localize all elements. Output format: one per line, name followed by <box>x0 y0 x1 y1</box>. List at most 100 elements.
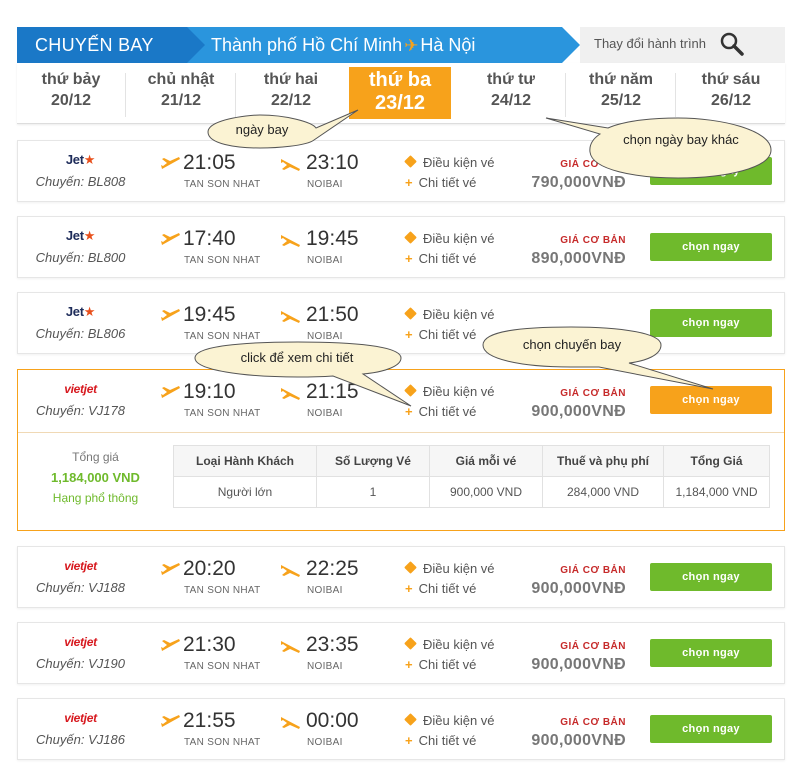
column-header: Tổng Giá <box>663 445 770 477</box>
ticket-details-link[interactable]: + Chi tiết vé <box>404 731 495 751</box>
ticket-details-link[interactable]: + Chi tiết vé <box>404 173 495 193</box>
arrival-airport: NOIBAI <box>307 585 343 596</box>
jetstar-logo: Jet★ <box>65 304 96 319</box>
departure-plane-icon <box>161 639 180 651</box>
base-price-label: GIÁ CƠ BẢN <box>560 717 626 728</box>
select-flight-button[interactable]: chọn ngay <box>650 715 772 743</box>
price: 900,000VNĐ <box>531 403 626 420</box>
arrival-plane-icon <box>281 159 300 171</box>
header-arrow-divider <box>562 27 580 63</box>
departure-plane-icon <box>161 386 180 398</box>
airline-info: Jet★ Chuyến: BL808 <box>18 151 143 189</box>
select-flight-button[interactable]: chọn ngay <box>650 563 772 591</box>
ticket-links: Điều kiện vé + Chi tiết vé <box>404 559 495 599</box>
flight-row: Jet★ Chuyến: BL800 17:40 TAN SON NHAT 19… <box>17 216 785 278</box>
flight-number: Chuyến: BL800 <box>35 250 126 265</box>
date-tab-date: 22/12 <box>270 92 312 109</box>
plane-icon: ✈ <box>404 36 419 55</box>
ticket-conditions-link[interactable]: Điều kiện vé <box>404 305 495 325</box>
total-price-label: Tổng giá <box>72 450 119 464</box>
ticket-details-link[interactable]: + Chi tiết vé <box>404 402 495 422</box>
fare-breakdown-table: Loại Hành Khách Số Lượng Vé Giá mỗi vé T… <box>173 445 770 508</box>
departure-plane-icon <box>161 233 180 245</box>
base-price-label: GIÁ CƠ BẢN <box>560 235 626 246</box>
ticket-links: Điều kiện vé + Chi tiết vé <box>404 153 495 193</box>
tag-icon <box>404 637 417 650</box>
arrival-airport: NOIBAI <box>307 661 343 672</box>
tag-icon <box>404 713 417 726</box>
arrival-airport: NOIBAI <box>307 179 343 190</box>
ticket-conditions-link[interactable]: Điều kiện vé <box>404 559 495 579</box>
ticket-conditions-link[interactable]: Điều kiện vé <box>404 635 495 655</box>
base-price-label: GIÁ CƠ BẢN <box>560 565 626 576</box>
flight-number: Chuyến: BL808 <box>35 174 126 189</box>
date-tab-date: 25/12 <box>600 92 642 109</box>
table-header-row: Loại Hành Khách Số Lượng Vé Giá mỗi vé T… <box>173 445 770 477</box>
departure-plane-icon <box>161 715 180 727</box>
callout-text: chọn chuyến bay <box>522 337 622 352</box>
base-price-label: GIÁ CƠ BẢN <box>560 641 626 652</box>
divider <box>18 432 784 433</box>
fare-class: Hạng phổ thông <box>52 491 139 505</box>
price: 900,000VNĐ <box>531 580 626 597</box>
callout-text: chọn ngày bay khác <box>623 132 739 147</box>
arrival-plane-icon <box>281 235 300 247</box>
search-icon[interactable] <box>719 31 745 57</box>
ticket-details-link[interactable]: + Chi tiết vé <box>404 579 495 599</box>
airline-info: vietjet Chuyến: VJ188 <box>18 557 143 595</box>
callout-bubble <box>482 326 714 390</box>
arrival-time: 00:00 <box>306 709 359 732</box>
departure-airport: TAN SON NHAT <box>184 737 261 748</box>
departure-time: 21:55 <box>183 709 236 732</box>
airline-info: vietjet Chuyến: VJ186 <box>18 709 143 747</box>
ticket-details-link[interactable]: + Chi tiết vé <box>404 655 495 675</box>
departure-plane-icon <box>161 309 180 321</box>
airline-info: Jet★ Chuyến: BL800 <box>18 227 143 265</box>
departure-time: 21:30 <box>183 633 236 656</box>
table-cell: 1,184,000 VND <box>663 476 770 508</box>
change-itinerary-link[interactable]: Thay đổi hành trình <box>580 27 785 63</box>
arrival-time: 19:45 <box>306 227 359 250</box>
airline-info: Jet★ Chuyến: BL806 <box>18 303 143 341</box>
date-tab-dow: thứ năm <box>588 71 654 88</box>
arrival-plane-icon <box>281 565 300 577</box>
flight-number: Chuyến: BL806 <box>35 326 126 341</box>
plus-icon: + <box>405 175 413 190</box>
table-cell: 1 <box>316 476 430 508</box>
ticket-details-link[interactable]: + Chi tiết vé <box>404 249 495 269</box>
departure-airport: TAN SON NHAT <box>184 661 261 672</box>
date-tab-sat[interactable]: thứ bảy 20/12 <box>17 63 125 123</box>
arrival-time: 21:50 <box>306 303 359 326</box>
date-tab-dow: thứ hai <box>263 71 319 88</box>
ticket-links: Điều kiện vé + Chi tiết vé <box>404 229 495 269</box>
arrival-time: 23:35 <box>306 633 359 656</box>
airline-info: vietjet Chuyến: VJ178 <box>18 380 143 418</box>
tag-icon <box>404 155 417 168</box>
callout-text: ngày bay <box>235 122 289 137</box>
date-tab-dow: thứ ba <box>368 69 432 91</box>
divider <box>675 73 676 117</box>
plus-icon: + <box>405 657 413 672</box>
arrival-airport: NOIBAI <box>307 255 343 266</box>
date-tab-dow: thứ tư <box>486 71 536 88</box>
flight-number: Chuyến: VJ190 <box>36 656 125 671</box>
price: 890,000VNĐ <box>531 250 626 267</box>
column-header: Thuế và phụ phí <box>542 445 664 477</box>
date-tab-dow: thứ sáu <box>701 71 761 88</box>
plus-icon: + <box>405 733 413 748</box>
select-flight-button[interactable]: chọn ngay <box>650 639 772 667</box>
departure-time: 21:05 <box>183 151 236 174</box>
price: 900,000VNĐ <box>531 732 626 749</box>
date-tab-date: 24/12 <box>490 92 532 109</box>
airline-info: vietjet Chuyến: VJ190 <box>18 633 143 671</box>
ticket-conditions-link[interactable]: Điều kiện vé <box>404 229 495 249</box>
date-tab-date: 26/12 <box>710 92 752 109</box>
select-flight-button[interactable]: chọn ngay <box>650 233 772 261</box>
flight-row: vietjet Chuyến: VJ190 21:30 TAN SON NHAT… <box>17 622 785 684</box>
arrival-time: 23:10 <box>306 151 359 174</box>
column-header: Loại Hành Khách <box>173 445 317 477</box>
ticket-conditions-link[interactable]: Điều kiện vé <box>404 153 495 173</box>
destination-city: Hà Nội <box>420 35 476 55</box>
vietjet-logo: vietjet <box>64 711 97 725</box>
ticket-conditions-link[interactable]: Điều kiện vé <box>404 711 495 731</box>
